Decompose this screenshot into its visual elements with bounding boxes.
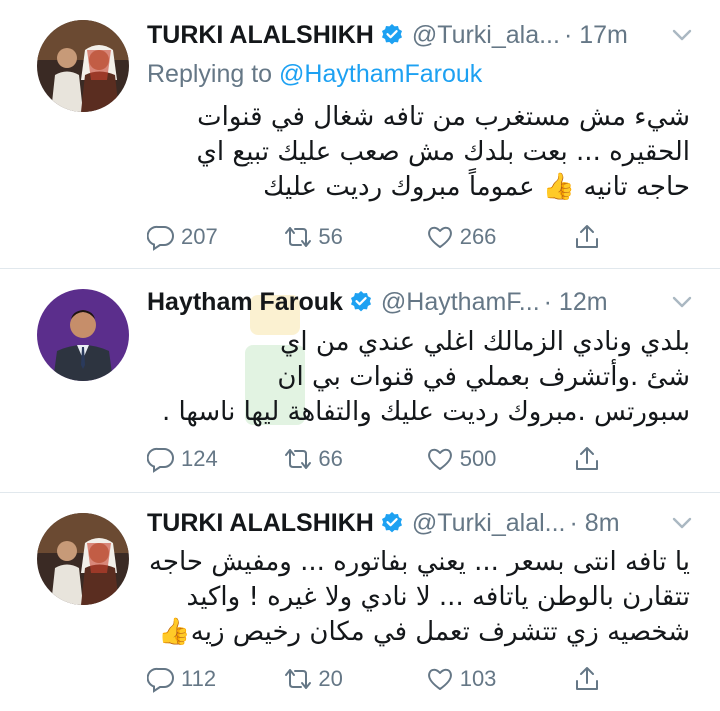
tweet-text-line: يا تافه انتى بسعر ... يعني بفاتوره ... و… bbox=[148, 547, 690, 577]
share-button[interactable] bbox=[573, 664, 607, 694]
chevron-down-icon[interactable] bbox=[672, 516, 692, 530]
tweet-text-line: تتقارن بالوطن ياتافه ... لا نادي ولا غير… bbox=[186, 582, 690, 612]
tweet-text: يا تافه انتى بسعر ... يعني بفاتوره ... و… bbox=[147, 545, 690, 650]
verified-badge-icon bbox=[381, 24, 402, 45]
tweet-text-line: الحقيره ... بعت بلدك مش صعب عليك تبيع اي bbox=[196, 137, 690, 167]
tweet-text-line: بلدي ونادي الزمالك اغلي عندي من اي bbox=[280, 327, 690, 357]
avatar-image bbox=[37, 20, 129, 112]
like-count: 266 bbox=[459, 224, 497, 249]
avatar[interactable] bbox=[37, 513, 129, 605]
display-name[interactable]: Haytham Farouk bbox=[147, 288, 343, 317]
tweet-1[interactable]: TURKI ALALSHIKH @Turki_ala... · 17m Repl… bbox=[0, 0, 720, 268]
tweet-text-line: شخصيه زي تتشرف تعمل في مكان رخيص زيه👍 bbox=[158, 617, 690, 647]
verified-badge-icon bbox=[350, 291, 371, 312]
retweet-count: 56 bbox=[318, 224, 343, 249]
verified-badge-icon bbox=[381, 512, 402, 533]
replying-to-label: Replying to bbox=[147, 60, 273, 88]
timestamp[interactable]: · 8m bbox=[570, 509, 620, 538]
retweet-button[interactable]: 66 bbox=[284, 444, 425, 474]
reply-button[interactable]: 112 bbox=[147, 664, 284, 694]
mention-link[interactable]: @HaythamFarouk bbox=[279, 60, 482, 88]
timestamp[interactable]: · 12m bbox=[544, 288, 608, 317]
retweet-button[interactable]: 56 bbox=[284, 222, 425, 252]
retweet-icon bbox=[285, 669, 312, 689]
avatar[interactable] bbox=[37, 20, 129, 112]
like-button[interactable]: 500 bbox=[426, 444, 573, 474]
reply-count: 207 bbox=[181, 224, 218, 249]
tweet-actions: 207 56 266 bbox=[147, 222, 607, 252]
tweet-header: Haytham Farouk @HaythamF... · 12m bbox=[147, 285, 608, 319]
display-name[interactable]: TURKI ALALSHIKH bbox=[147, 509, 374, 538]
chevron-down-icon[interactable] bbox=[672, 28, 692, 42]
tweet-text-line: حاجه تانيه 👍 عموماً مبروك رديت عليك bbox=[263, 172, 690, 202]
like-icon bbox=[427, 226, 452, 248]
replying-to: Replying to @HaythamFarouk bbox=[147, 60, 482, 89]
like-icon bbox=[427, 668, 452, 690]
like-count: 500 bbox=[459, 446, 497, 471]
share-icon bbox=[576, 225, 599, 248]
reply-count: 124 bbox=[181, 446, 218, 471]
tweet-3[interactable]: TURKI ALALSHIKH @Turki_alal... · 8m يا ت… bbox=[0, 493, 720, 711]
like-count: 103 bbox=[459, 666, 497, 691]
reply-button[interactable]: 124 bbox=[147, 444, 284, 474]
share-icon bbox=[576, 667, 599, 690]
share-icon bbox=[576, 447, 599, 470]
tweet-text-line: شيء مش مستغرب من تافه شغال في قنوات bbox=[197, 102, 690, 132]
avatar-image bbox=[37, 289, 129, 381]
tweet-text-line: سبورتس .مبروك رديت عليك والتفاهة ليها نا… bbox=[161, 397, 690, 427]
retweet-button[interactable]: 20 bbox=[284, 664, 425, 694]
reply-button[interactable]: 207 bbox=[147, 222, 284, 252]
retweet-count: 66 bbox=[318, 446, 343, 471]
share-button[interactable] bbox=[573, 444, 607, 474]
tweet-text: بلدي ونادي الزمالك اغلي عندي من اي شئ .و… bbox=[147, 325, 690, 430]
handle[interactable]: @Turki_alal... bbox=[412, 509, 566, 538]
reply-icon bbox=[147, 667, 174, 693]
tweet-actions: 124 66 500 bbox=[147, 444, 607, 474]
handle[interactable]: @Turki_ala... bbox=[412, 21, 560, 50]
timestamp[interactable]: · 17m bbox=[564, 21, 628, 50]
retweet-icon bbox=[285, 227, 312, 247]
retweet-icon bbox=[285, 449, 312, 469]
share-button[interactable] bbox=[573, 222, 607, 252]
display-name[interactable]: TURKI ALALSHIKH bbox=[147, 21, 374, 50]
tweet-text: شيء مش مستغرب من تافه شغال في قنوات الحق… bbox=[147, 100, 690, 205]
like-button[interactable]: 266 bbox=[426, 222, 573, 252]
chevron-down-icon[interactable] bbox=[672, 295, 692, 309]
tweet-actions: 112 20 103 bbox=[147, 664, 607, 694]
avatar[interactable] bbox=[37, 289, 129, 381]
handle[interactable]: @HaythamF... bbox=[381, 288, 540, 317]
tweet-header: TURKI ALALSHIKH @Turki_alal... · 8m bbox=[147, 506, 620, 540]
tweet-header: TURKI ALALSHIKH @Turki_ala... · 17m bbox=[147, 18, 628, 52]
tweet-text-line: شئ .وأتشرف بعملي في قنوات بي ان bbox=[277, 362, 690, 392]
tweet-2[interactable]: Haytham Farouk @HaythamF... · 12m بلدي و… bbox=[0, 269, 720, 492]
reply-icon bbox=[147, 225, 174, 251]
like-button[interactable]: 103 bbox=[426, 664, 573, 694]
reply-count: 112 bbox=[181, 666, 217, 691]
retweet-count: 20 bbox=[318, 666, 343, 691]
avatar-image bbox=[37, 513, 129, 605]
reply-icon bbox=[147, 447, 174, 473]
like-icon bbox=[427, 448, 452, 470]
